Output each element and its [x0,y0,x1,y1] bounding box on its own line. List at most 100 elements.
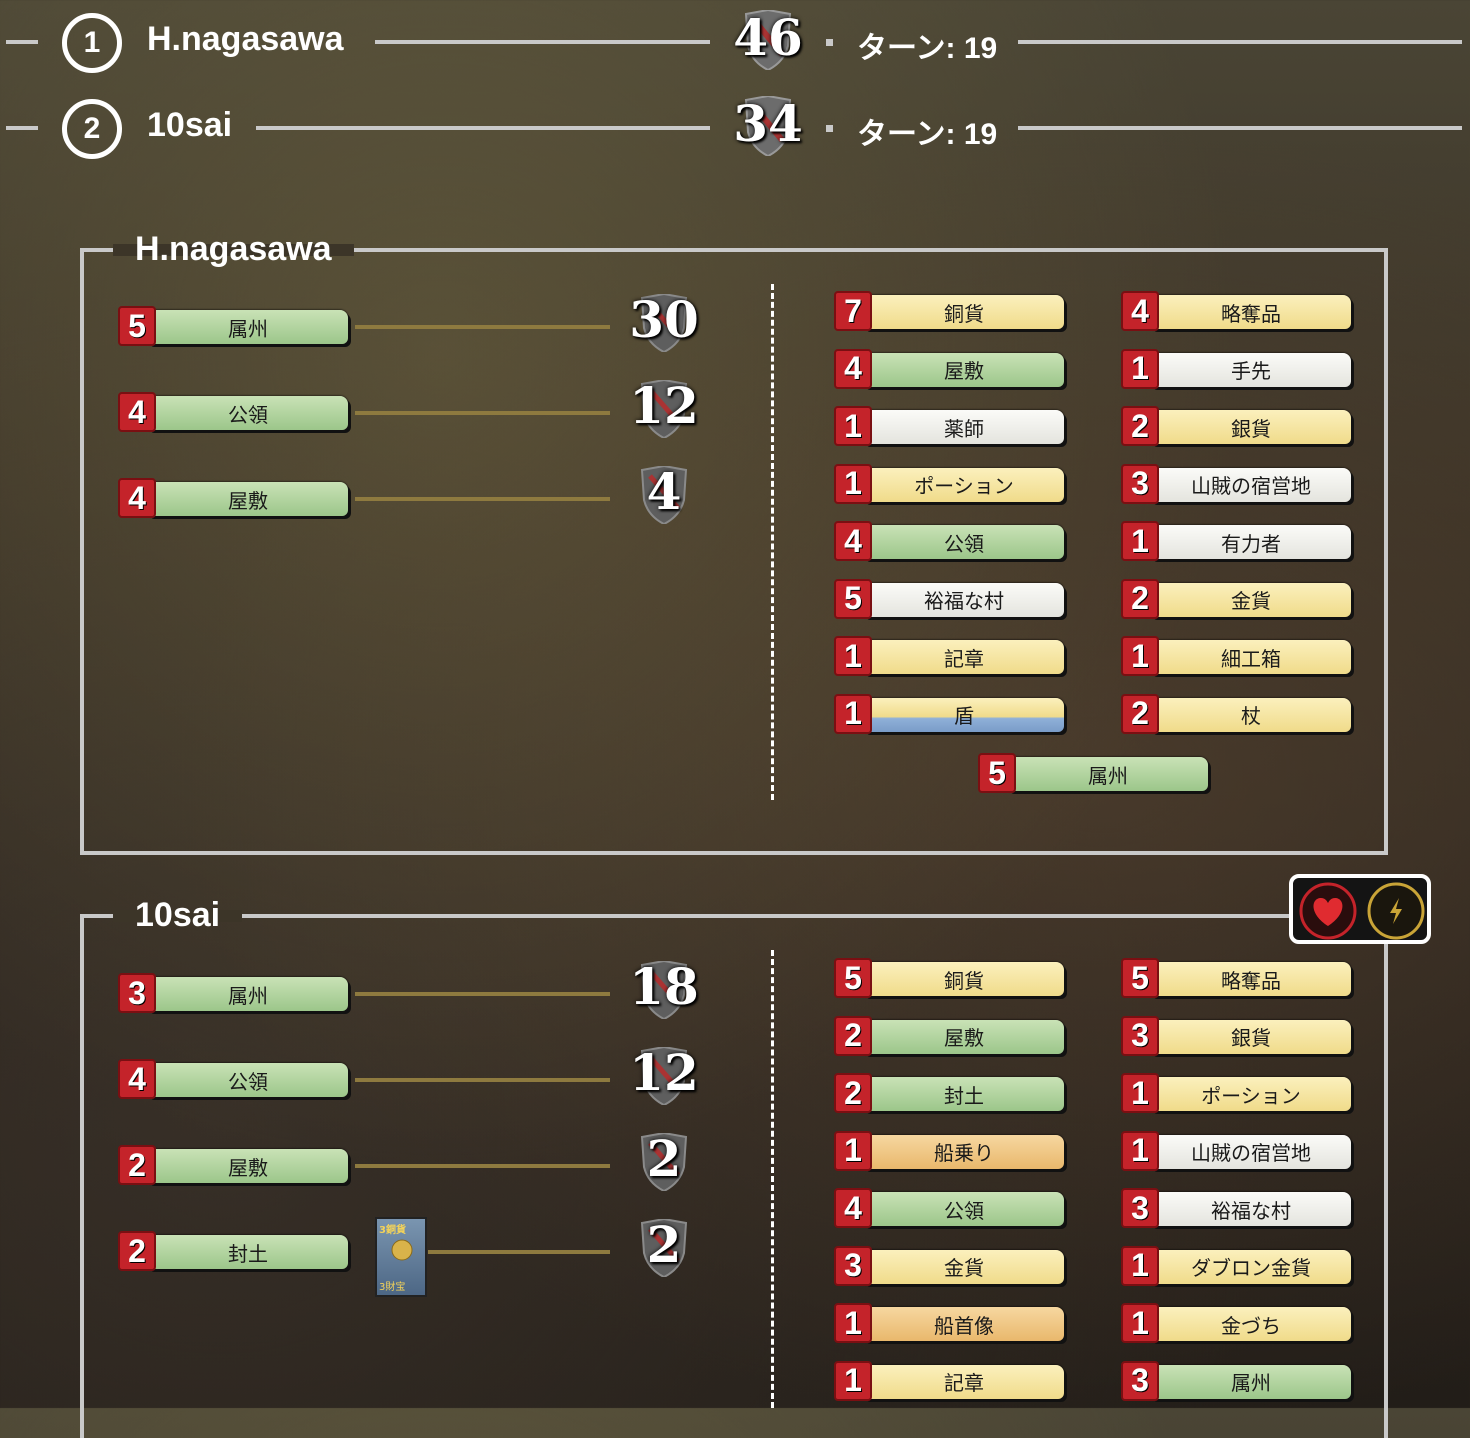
vp-number: 2 [646,1215,682,1274]
card-chip[interactable]: 属州 5 [118,306,354,348]
card-chip[interactable]: 記章 1 [834,636,1070,678]
card-chip[interactable]: 銀貨 3 [1121,1015,1357,1058]
card-chip[interactable]: 有力者 1 [1121,521,1357,563]
card-name: 属州 [148,310,348,344]
card-count-badge: 1 [834,1303,872,1343]
card-chip[interactable]: 薬師 1 [834,406,1070,448]
card-chip[interactable]: 船首像 1 [834,1303,1070,1345]
panel-divider [771,284,774,800]
card-chip[interactable]: 公領 4 [118,392,354,434]
card-count-badge: 5 [978,753,1016,793]
card-chip[interactable]: 山賊の宿営地 3 [1121,463,1357,506]
card-chip[interactable]: 細工箱 1 [1121,636,1357,678]
card-chip[interactable]: 盾1 [834,693,1070,736]
card-name: ダブロン金貨 [1151,1249,1351,1284]
rank-1-turn: ターン: 19 [857,32,998,65]
card-count-badge: 2 [118,1145,156,1185]
card-chip[interactable]: ポーション 1 [1121,1073,1357,1115]
card-count-badge: 1 [834,406,872,446]
card-name: 金貨 [1151,582,1351,617]
card-count-badge: 4 [1121,291,1159,331]
card-name: 杖 [1151,697,1351,732]
card-chip[interactable]: 封土 2 [118,1231,354,1273]
mini-card-thumbnail[interactable]: 3銅貨 3財宝 [375,1217,427,1297]
card-count-badge: 1 [834,693,872,734]
separator-dot [826,39,833,46]
rank-2-player-name[interactable]: 10sai [147,106,232,145]
vp-number: 4 [646,462,682,521]
card-count-badge: 1 [834,636,872,676]
card-count-badge: 1 [834,1360,872,1401]
lightning-icon[interactable] [1367,882,1425,940]
card-name: 山賊の宿営地 [1151,467,1351,502]
card-chip[interactable]: 記章 1 [834,1360,1070,1403]
vp-number: 2 [646,1129,682,1188]
card-name: 銅貨 [864,962,1064,996]
card-chip[interactable]: 略奪品 5 [1121,958,1357,1000]
card-chip[interactable]: 金貨 3 [834,1245,1070,1288]
vp-connector-line [355,497,610,501]
panel-title-text: H.nagasawa [135,230,332,268]
card-name: 記章 [864,1364,1064,1399]
card-chip[interactable]: 屋敷 4 [834,348,1070,391]
rank-line [6,126,38,130]
card-chip[interactable]: 杖2 [1121,693,1357,736]
vp-value: 2 [624,1129,704,1191]
card-count-badge: 4 [118,392,156,432]
card-name: 略奪品 [1151,962,1351,996]
panel-1-title: H.nagasawa [113,230,354,269]
card-name: 山賊の宿営地 [1151,1134,1351,1169]
card-name: ポーション [1151,1077,1351,1111]
heart-icon[interactable] [1299,882,1357,940]
rank-1-player-name[interactable]: H.nagasawa [147,20,344,59]
card-chip[interactable]: 公領 4 [834,521,1070,563]
card-chip[interactable]: 略奪品 4 [1121,291,1357,333]
card-count-badge: 7 [834,291,872,331]
card-count-badge: 2 [1121,578,1159,619]
card-chip[interactable]: 公領 4 [834,1188,1070,1230]
card-chip[interactable]: 船乗り 1 [834,1130,1070,1173]
card-chip[interactable]: ポーション 1 [834,463,1070,506]
card-chip[interactable]: 銅貨 5 [834,958,1070,1000]
card-name: 銅貨 [864,295,1064,329]
card-chip[interactable]: 裕福な村 3 [1121,1188,1357,1230]
vp-value: 12 [624,1043,704,1105]
card-chip[interactable]: 封土 2 [834,1073,1070,1115]
card-name: 銀貨 [1151,410,1351,444]
card-chip[interactable]: 属州 3 [118,973,354,1015]
card-chip[interactable]: 山賊の宿営地 1 [1121,1130,1357,1173]
card-chip[interactable]: 手先 1 [1121,348,1357,391]
card-count-badge: 1 [1121,1245,1159,1286]
card-name: 盾 [864,697,1064,732]
card-chip[interactable]: 屋敷 4 [118,478,354,520]
card-chip[interactable]: 金づち 1 [1121,1303,1357,1345]
card-count-badge: 5 [834,958,872,998]
card-chip[interactable]: 公領 4 [118,1059,354,1101]
card-chip[interactable]: 裕福な村 5 [834,578,1070,621]
card-name: 公領 [864,525,1064,559]
rank-line [256,126,710,130]
card-chip[interactable]: 屋敷 2 [834,1015,1070,1058]
card-chip[interactable]: ダブロン金貨 1 [1121,1245,1357,1288]
vp-number: 18 [629,957,699,1016]
card-chip[interactable]: 属州 5 [978,753,1214,795]
card-name: 有力者 [1151,525,1351,559]
rank-line [375,40,710,44]
card-count-badge: 3 [118,973,156,1013]
card-chip[interactable]: 属州 3 [1121,1360,1357,1403]
card-name: ポーション [864,467,1064,502]
card-name: 裕福な村 [1151,1192,1351,1226]
card-count-badge: 1 [834,1130,872,1171]
rank-number: 1 [83,26,101,59]
card-chip[interactable]: 屋敷 2 [118,1145,354,1187]
card-chip[interactable]: 金貨 2 [1121,578,1357,621]
card-count-badge: 2 [834,1073,872,1113]
card-count-badge: 4 [834,521,872,561]
card-name: 公領 [864,1192,1064,1226]
vp-value: 12 [624,376,704,438]
card-name: 細工箱 [1151,640,1351,674]
card-chip[interactable]: 銅貨 7 [834,291,1070,333]
rank-1-score: 46 [728,8,808,72]
card-chip[interactable]: 銀貨 2 [1121,406,1357,448]
rank-line [1018,40,1462,44]
